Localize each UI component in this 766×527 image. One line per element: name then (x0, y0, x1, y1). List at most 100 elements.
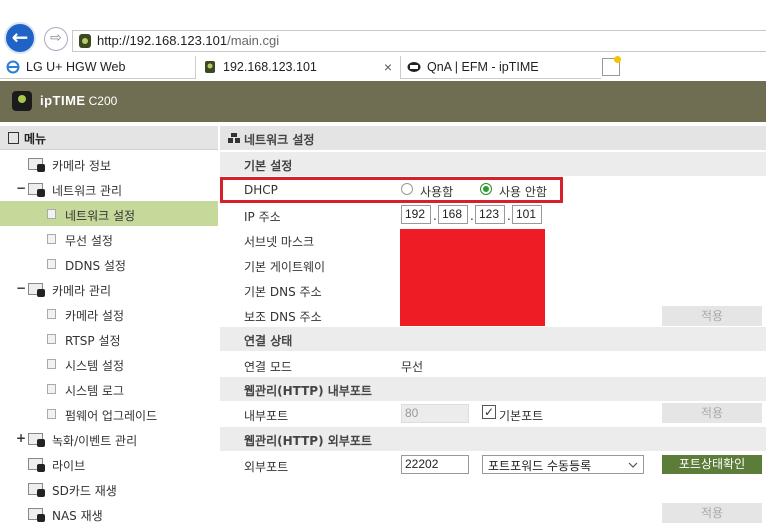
menu-item-system-log[interactable]: 시스템 로그 (0, 376, 218, 401)
efm-icon (407, 62, 421, 72)
page-title: 네트워크 설정 (244, 133, 315, 147)
default-port-label: 기본포트 (499, 409, 544, 423)
apply-button[interactable]: 적용 (662, 403, 762, 423)
menu-title: 메뉴 (24, 132, 47, 146)
menu-label: 카메라 관리 (52, 284, 112, 298)
collapse-icon[interactable]: − (16, 181, 26, 195)
tab-lg-hgw[interactable]: LG U+ HGW Web (0, 56, 196, 79)
ip-octet-2[interactable]: 168 (438, 205, 468, 224)
menu-label: 시스템 로그 (65, 384, 125, 398)
redacted-area (400, 229, 545, 326)
inner-port-input[interactable]: 80 (401, 404, 469, 423)
tab-label: 192.168.123.101 (223, 60, 317, 74)
menu-item-firmware[interactable]: 펌웨어 업그레이드 (0, 401, 218, 426)
page-icon (47, 384, 56, 394)
inner-port-label: 내부포트 (244, 409, 289, 423)
menu-label: 네트워크 설정 (65, 209, 136, 223)
menu-item-recording[interactable]: + 녹화/이벤트 관리 (0, 426, 218, 451)
menu-item-camera-settings[interactable]: 카메라 설정 (0, 301, 218, 326)
menu-label: SD카드 재생 (52, 484, 117, 498)
menu-label: 시스템 설정 (65, 359, 125, 373)
folder-icon (28, 283, 45, 297)
menu-label: 카메라 정보 (52, 159, 112, 173)
page-title-bar: 네트워크 설정 (220, 126, 766, 150)
network-icon (228, 133, 240, 143)
outer-apply-row: 적용 (220, 500, 766, 525)
folder-icon (28, 433, 45, 447)
tab-router[interactable]: 192.168.123.101 × (197, 56, 401, 79)
outer-port-input[interactable]: 22202 (401, 455, 469, 474)
section-title: 연결 상태 (244, 334, 293, 348)
menu-item-camera-info[interactable]: 카메라 정보 (0, 151, 218, 176)
menu-label: 카메라 설정 (65, 309, 125, 323)
port-status-check-button[interactable]: 포트상태확인 (662, 455, 762, 474)
page-icon (47, 234, 56, 244)
collapse-icon[interactable]: − (16, 281, 26, 295)
section-outer-port: 웹관리(HTTP) 외부포트 (220, 427, 766, 451)
ip-octet-4[interactable]: 101 (512, 205, 542, 224)
app-header: ipTIME C200 (0, 81, 766, 122)
menu-item-network-settings[interactable]: 네트워크 설정 (0, 201, 218, 226)
menu-label: 라이브 (52, 459, 86, 473)
page-icon (47, 334, 56, 344)
menu-item-camera-mgmt[interactable]: − 카메라 관리 (0, 276, 218, 301)
menu-label: RTSP 설정 (65, 334, 121, 348)
menu-item-system-settings[interactable]: 시스템 설정 (0, 351, 218, 376)
menu-item-sd-playback[interactable]: SD카드 재생 (0, 476, 218, 501)
back-button[interactable]: ← (4, 22, 36, 54)
folder-icon (28, 483, 45, 497)
menu-item-network[interactable]: − 네트워크 관리 (0, 176, 218, 201)
conn-mode-row: 연결 모드 무선 (220, 352, 766, 377)
port-forward-select[interactable]: 포트포워드 수동등록 (482, 455, 644, 474)
apply-button[interactable]: 적용 (662, 503, 762, 523)
menu-label: NAS 재생 (52, 509, 103, 523)
folder-icon (28, 458, 45, 472)
apply-button[interactable]: 적용 (662, 306, 762, 326)
iptime-logo-icon (12, 91, 32, 111)
menu-label: 녹화/이벤트 관리 (52, 434, 138, 448)
menu-label: 펌웨어 업그레이드 (65, 409, 158, 423)
subnet-label: 서브넷 마스크 (244, 235, 315, 249)
select-value: 포트포워드 수동등록 (488, 459, 592, 473)
dns1-label: 기본 DNS 주소 (244, 285, 322, 299)
ip-row: IP 주소 192 . 168 . 123 . 101 (220, 202, 766, 227)
menu-item-wireless[interactable]: 무선 설정 (0, 226, 218, 251)
menu-item-live[interactable]: 라이브 (0, 451, 218, 476)
folder-icon (28, 158, 45, 172)
dns2-label: 보조 DNS 주소 (244, 310, 322, 324)
tab-qna[interactable]: QnA | EFM - ipTIME (401, 56, 601, 79)
menu-item-ddns[interactable]: DDNS 설정 (0, 251, 218, 276)
menu-item-nas-playback[interactable]: NAS 재생 (0, 501, 218, 526)
folder-icon (28, 508, 45, 522)
section-title: 웹관리(HTTP) 내부포트 (244, 384, 372, 398)
gateway-label: 기본 게이트웨이 (244, 260, 326, 274)
outer-port-row: 외부포트 22202 포트포워드 수동등록 포트상태확인 (220, 452, 766, 477)
section-title: 웹관리(HTTP) 외부포트 (244, 434, 372, 448)
menu-item-rtsp[interactable]: RTSP 설정 (0, 326, 218, 351)
default-port-checkbox[interactable]: ✓ (482, 405, 496, 419)
inner-port-row: 내부포트 80 ✓ 기본포트 적용 (220, 401, 766, 426)
close-tab-icon[interactable]: × (384, 56, 392, 78)
conn-mode-value: 무선 (401, 360, 424, 374)
forward-button[interactable]: ⇨ (44, 27, 68, 51)
menu-label: 무선 설정 (65, 234, 113, 248)
menu-label: DDNS 설정 (65, 259, 126, 273)
new-tab-button[interactable] (602, 56, 621, 76)
page-icon (47, 259, 56, 269)
section-basic: 기본 설정 (220, 152, 766, 176)
address-bar[interactable]: http://192.168.123.101/main.cgi (72, 30, 766, 52)
chevron-down-icon (628, 462, 638, 468)
menu-label: 네트워크 관리 (52, 184, 123, 198)
ip-octet-1[interactable]: 192 (401, 205, 431, 224)
url-host: http://192.168.123.101 (97, 33, 228, 48)
section-connection: 연결 상태 (220, 327, 766, 351)
model-name: C200 (88, 94, 118, 108)
expand-icon[interactable]: + (16, 431, 26, 445)
ip-octet-3[interactable]: 123 (475, 205, 505, 224)
tab-label: QnA | EFM - ipTIME (427, 60, 539, 74)
ip-label: IP 주소 (244, 210, 281, 224)
tab-label: LG U+ HGW Web (26, 60, 126, 74)
menu-header: 메뉴 (0, 126, 218, 150)
page-icon (47, 309, 56, 319)
folder-icon (28, 183, 45, 197)
